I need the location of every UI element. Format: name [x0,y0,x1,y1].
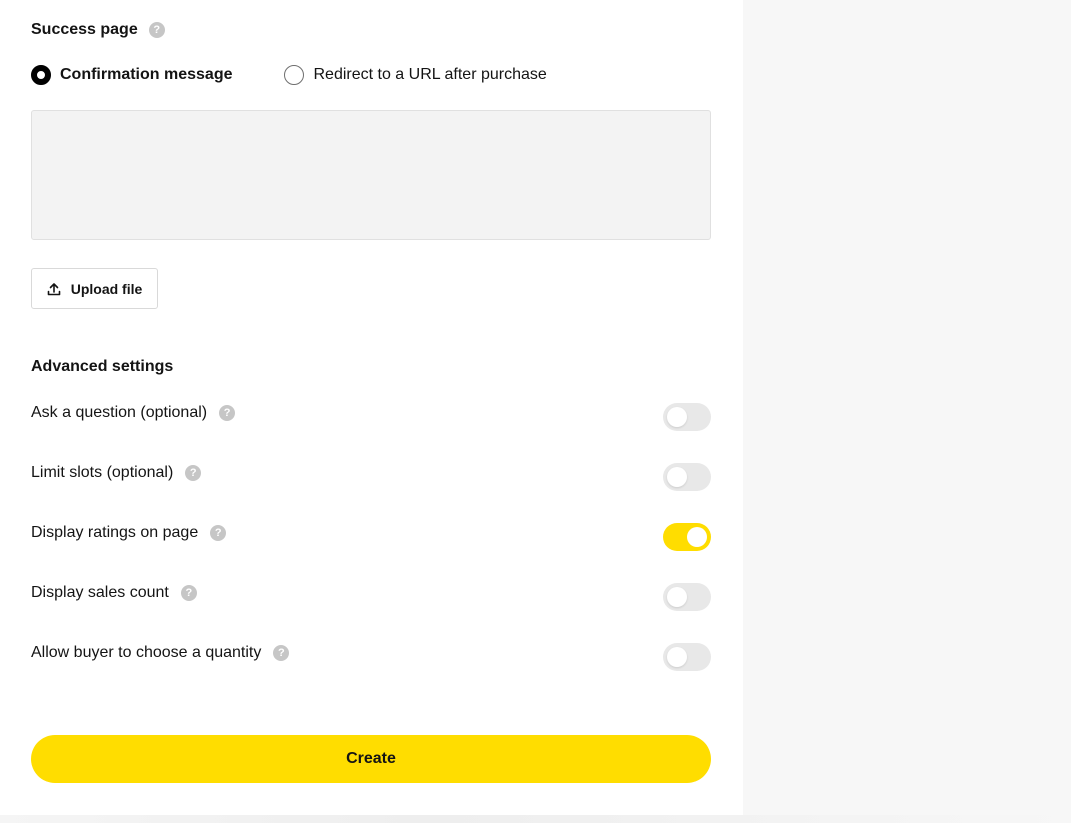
upload-icon [47,282,61,296]
setting-display-ratings: Display ratings on page ? [31,521,711,551]
toggle-knob [667,587,687,607]
display-sales-count-toggle[interactable] [663,583,711,611]
advanced-settings-title: Advanced settings [31,358,174,375]
help-icon[interactable]: ? [180,585,197,601]
display-ratings-label: Display ratings on page [31,524,199,541]
bottom-edge [0,815,1071,823]
product-settings-panel: Success page ? Confirmation message Redi… [0,0,743,823]
confirmation-message-label: Confirmation message [60,66,233,83]
choose-quantity-label: Allow buyer to choose a quantity [31,644,262,661]
setting-label-row: Allow buyer to choose a quantity ? [31,641,290,665]
toggle-knob [667,407,687,427]
upload-file-button[interactable]: Upload file [31,268,158,309]
toggle-knob [667,467,687,487]
redirect-url-label: Redirect to a URL after purchase [313,66,547,83]
display-sales-count-label: Display sales count [31,584,169,601]
confirmation-message-option[interactable]: Confirmation message [31,65,232,85]
redirect-url-radio[interactable] [284,65,305,85]
help-icon[interactable]: ? [273,645,290,661]
setting-label-row: Display sales count ? [31,581,197,605]
create-button[interactable]: Create [31,735,711,783]
confirmation-message-input[interactable] [31,110,711,240]
toggle-knob [667,647,687,667]
preview-pane [743,0,1071,823]
success-page-title: Success page [31,21,138,38]
upload-file-label: Upload file [70,280,143,297]
setting-limit-slots: Limit slots (optional) ? [31,461,711,491]
setting-choose-quantity: Allow buyer to choose a quantity ? [31,641,711,671]
ask-question-toggle[interactable] [663,403,711,431]
redirect-url-option[interactable]: Redirect to a URL after purchase [284,65,547,85]
confirmation-message-radio[interactable] [31,65,51,85]
display-ratings-toggle[interactable] [663,523,711,551]
ask-question-label: Ask a question (optional) [31,404,208,421]
choose-quantity-toggle[interactable] [663,643,711,671]
help-icon[interactable]: ? [210,525,227,541]
limit-slots-toggle[interactable] [663,463,711,491]
setting-display-sales-count: Display sales count ? [31,581,711,611]
setting-label-row: Ask a question (optional) ? [31,401,236,425]
setting-label-row: Limit slots (optional) ? [31,461,202,485]
advanced-settings-header: Advanced settings [31,358,173,376]
help-icon[interactable]: ? [219,405,236,421]
success-page-options: Confirmation message Redirect to a URL a… [31,65,547,85]
setting-label-row: Display ratings on page ? [31,521,227,545]
toggle-knob [687,527,707,547]
success-page-header: Success page ? [31,21,165,39]
help-icon[interactable]: ? [185,465,202,481]
setting-ask-question: Ask a question (optional) ? [31,401,711,431]
help-icon[interactable]: ? [148,22,165,38]
limit-slots-label: Limit slots (optional) [31,464,174,481]
